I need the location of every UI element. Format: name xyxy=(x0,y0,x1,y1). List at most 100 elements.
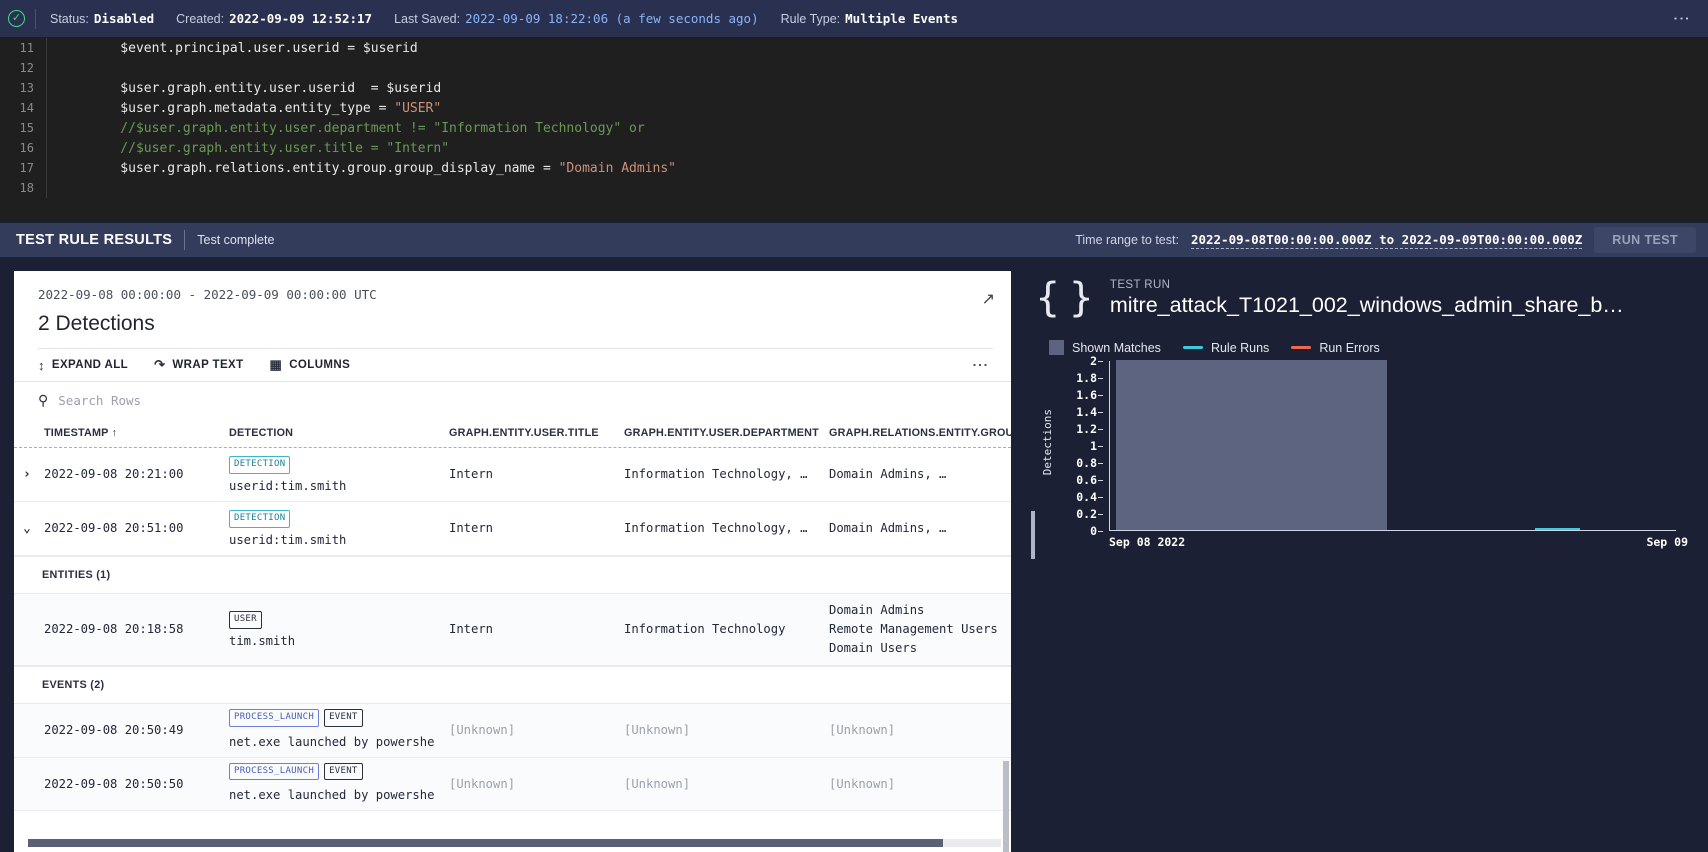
y-axis-tick: 0.2 xyxy=(1076,507,1103,521)
cell-line: [Unknown] xyxy=(449,722,516,737)
event-cell: PROCESS_LAUNCH EVENT net.exe launched by p… xyxy=(229,708,449,752)
cell-line: Information Technology xyxy=(624,621,786,636)
table-cell: Information Technology, … xyxy=(624,519,829,538)
columns-button[interactable]: ▦ COLUMNS xyxy=(270,357,351,373)
chart-resize-grip[interactable] xyxy=(1031,511,1035,559)
code-line: 17 $user.graph.relations.entity.group.gr… xyxy=(0,158,1708,178)
expand-vertical-icon: ↕ xyxy=(38,357,45,373)
results-split: 2022-09-08 00:00:00 - 2022-09-09 00:00:0… xyxy=(0,257,1708,852)
code-text[interactable]: //$user.graph.entity.user.title = "Inter… xyxy=(47,141,449,156)
time-range-value[interactable]: 2022-09-08T00:00:00.000Z to 2022-09-09T0… xyxy=(1190,232,1583,249)
event-row[interactable]: 2022-09-08 20:50:49 PROCESS_LAUNCH EVENT ne… xyxy=(14,703,1011,758)
rule-editor-app: ✓ Status: Disabled Created: 2022-09-09 1… xyxy=(0,0,1708,852)
code-line: 15 //$user.graph.entity.user.department … xyxy=(0,118,1708,138)
table-row[interactable]: ⌄ 2022-09-08 20:51:00 DETECTION userid:tim.… xyxy=(14,502,1011,556)
y-axis-tick: 1.4 xyxy=(1076,405,1103,419)
entity-cell: USER tim.smith xyxy=(229,608,449,651)
expander-spacer xyxy=(14,427,44,439)
line-number: 13 xyxy=(19,81,34,95)
event-row[interactable]: 2022-09-08 20:50:50 PROCESS_LAUNCH EVENT ne… xyxy=(14,757,1011,812)
cell-line: Domain Admins xyxy=(829,602,925,617)
search-icon: ⚲ xyxy=(38,392,49,408)
type-badge: EVENT xyxy=(324,762,363,781)
test-run-panel: { } TEST RUN mitre_attack_T1021_002_wind… xyxy=(1011,271,1708,852)
table-cell: 2022-09-08 20:18:58 xyxy=(44,620,229,639)
horizontal-scrollbar[interactable] xyxy=(28,839,1001,847)
code-token: //$user.graph.entity.user.title = "Inter… xyxy=(89,140,450,156)
divider xyxy=(35,8,36,29)
legend-item[interactable]: Shown Matches xyxy=(1049,340,1161,355)
rule-runs-line xyxy=(1534,528,1580,530)
rule-type-value: Multiple Events xyxy=(845,11,959,26)
y-axis-tick: 0.6 xyxy=(1076,473,1103,487)
last-saved-label: Last Saved: xyxy=(394,11,461,26)
cell-line: [Unknown] xyxy=(624,776,691,791)
table-cell: Intern xyxy=(449,620,624,639)
status-field-last-saved: Last Saved: 2022-09-09 18:22:06 (a few s… xyxy=(394,11,759,26)
column-header[interactable]: DETECTION xyxy=(229,427,449,439)
detection-cell: DETECTION userid:tim.smith xyxy=(229,453,449,496)
code-line: 18 xyxy=(0,178,1708,198)
code-text[interactable]: $user.graph.entity.user.userid = $userid xyxy=(47,81,441,96)
type-badge: PROCESS_LAUNCH xyxy=(229,708,320,727)
entity-row[interactable]: 2022-09-08 20:18:58 USER tim.smith Intern In… xyxy=(14,593,1011,666)
code-text[interactable]: //$user.graph.entity.user.department != … xyxy=(47,121,644,136)
expand-all-button[interactable]: ↕ EXPAND ALL xyxy=(38,358,128,373)
code-line: 14 $user.graph.metadata.entity_type = "U… xyxy=(0,98,1708,118)
results-time-range: 2022-09-08 00:00:00 - 2022-09-09 00:00:0… xyxy=(38,287,377,302)
test-results-bar: TEST RULE RESULTS Test complete Time ran… xyxy=(0,222,1708,257)
cell-line: 2022-09-08 20:18:58 xyxy=(44,621,184,636)
table-cell: Information Technology xyxy=(624,620,829,639)
columns-label: COLUMNS xyxy=(289,359,351,371)
expand-all-label: EXPAND ALL xyxy=(51,359,129,371)
run-test-button[interactable]: RUN TEST xyxy=(1594,227,1696,253)
y-axis-tick: 1.8 xyxy=(1076,371,1103,385)
scrollbar-thumb[interactable] xyxy=(28,839,943,847)
chart-bar[interactable] xyxy=(1115,360,1388,530)
wrap-text-button[interactable]: ↷ WRAP TEXT xyxy=(154,357,243,373)
code-line: 16 //$user.graph.entity.user.title = "In… xyxy=(0,138,1708,158)
cell-line: [Unknown] xyxy=(449,776,516,791)
chart-plot-area xyxy=(1109,360,1676,531)
chevron-down-icon[interactable]: ⌄ xyxy=(14,521,44,536)
vertical-scrollbar[interactable] xyxy=(1003,761,1009,852)
chevron-right-icon[interactable]: › xyxy=(14,467,44,482)
column-header[interactable]: GRAPH.ENTITY.USER.DEPARTMENT xyxy=(624,427,829,439)
chart-legend: Shown Matches Rule Runs Run Errors xyxy=(1049,340,1700,355)
column-header[interactable]: TIMESTAMP ↑ xyxy=(44,427,229,439)
table-cell: 2022-09-08 20:21:00 xyxy=(44,465,229,484)
code-line: 11 $event.principal.user.userid = $useri… xyxy=(0,38,1708,58)
type-badge: USER xyxy=(229,610,262,629)
x-axis-tick: Sep 08 2022 xyxy=(1109,535,1186,549)
table-cell: Domain Admins, … xyxy=(829,465,1011,484)
code-text[interactable]: $user.graph.metadata.entity_type = "USER… xyxy=(47,101,441,116)
test-run-titleblock: TEST RUN mitre_attack_T1021_002_windows_… xyxy=(1110,279,1624,318)
results-toolbar: ↕ EXPAND ALL ↷ WRAP TEXT ▦ COLUMNS ⋮ xyxy=(14,349,1011,381)
kebab-menu-icon[interactable]: ⋮ xyxy=(966,357,993,373)
legend-label: Shown Matches xyxy=(1072,340,1161,355)
last-saved-value: 2022-09-09 18:22:06 (a few seconds ago) xyxy=(465,11,759,26)
search-input[interactable] xyxy=(58,393,379,408)
column-header[interactable]: GRAPH.ENTITY.USER.TITLE xyxy=(449,427,624,439)
cell-line: 2022-09-08 20:50:49 xyxy=(44,722,184,737)
legend-swatch xyxy=(1049,340,1064,355)
cell-line: [Unknown] xyxy=(624,722,691,737)
cell-line: Domain Admins, … xyxy=(829,466,947,481)
table-row[interactable]: › 2022-09-08 20:21:00 DETECTION userid:tim.… xyxy=(14,448,1011,502)
entities-section-header: ENTITIES (1) xyxy=(14,555,1011,594)
y-axis-tick: 0.4 xyxy=(1076,490,1103,504)
cell-line: Information Technology, … xyxy=(624,466,808,481)
expand-diagonal-icon[interactable]: ↗ xyxy=(982,289,995,309)
kebab-menu-icon[interactable]: ⋮ xyxy=(1665,8,1698,29)
gutter-divider xyxy=(46,58,47,78)
legend-item[interactable]: Rule Runs xyxy=(1182,341,1269,355)
rule-code-editor[interactable]: 11 $event.principal.user.userid = $useri… xyxy=(0,38,1708,222)
x-axis-tick: Sep 09 xyxy=(1646,535,1688,549)
legend-label: Run Errors xyxy=(1319,340,1380,355)
code-text[interactable]: $event.principal.user.userid = $userid xyxy=(47,41,417,56)
cell-line: Information Technology, … xyxy=(624,520,808,535)
column-header[interactable]: GRAPH.RELATIONS.ENTITY.GROUP.GRO… xyxy=(829,427,1011,439)
table-cell: Domain Admins Remote Management Users Doma… xyxy=(829,601,1011,658)
code-text[interactable]: $user.graph.relations.entity.group.group… xyxy=(47,161,676,176)
legend-item[interactable]: Run Errors xyxy=(1291,340,1380,355)
